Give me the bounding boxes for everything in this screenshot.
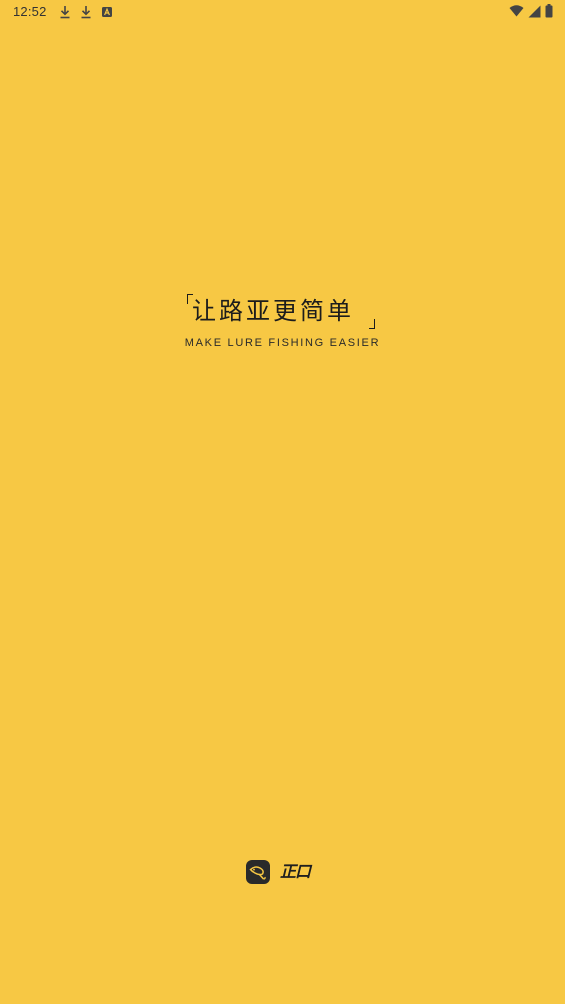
app-notification-icon [100,4,114,20]
status-indicators [509,3,553,22]
battery-icon [545,3,553,22]
fishing-lure-logo-icon [246,859,270,884]
download-icon [79,4,93,20]
download-icon [58,4,72,20]
brand-name: 正口 [280,861,311,881]
status-bar: 12:52 [0,0,565,24]
brand-logo: 正口 [246,859,311,884]
slogan: 让路亚更简单 MAKE LURE FISHING EASIER [0,292,565,362]
slogan-english: MAKE LURE FISHING EASIER [184,337,381,349]
cellular-signal-icon [528,3,541,22]
slogan-chinese: 让路亚更简单 [192,297,354,325]
status-time: 12:52 [13,4,47,19]
corner-bracket-bottom-right [369,319,375,329]
wifi-icon [509,3,524,22]
splash-screen: 12:52 让路亚更简单 MAKE LURE FISHING EASIER 正口 [0,0,565,1004]
